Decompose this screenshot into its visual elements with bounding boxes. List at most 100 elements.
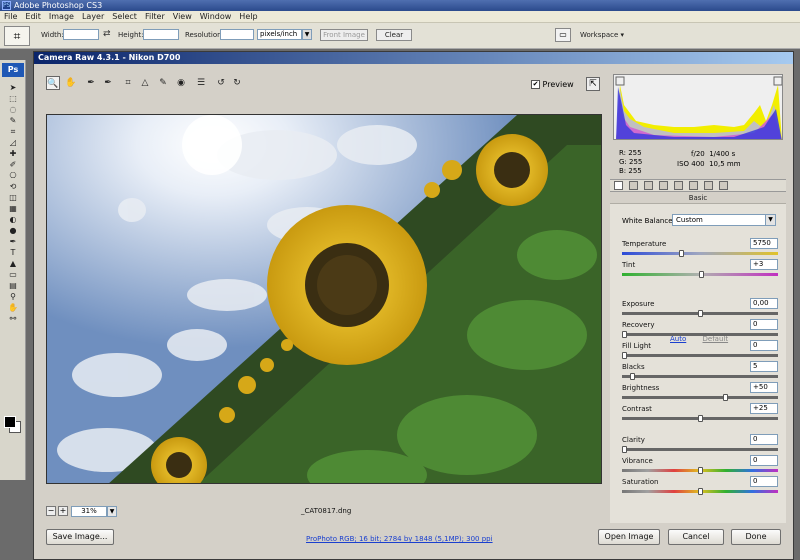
slider-thumb[interactable] <box>622 446 627 453</box>
slider-value-field[interactable]: +25 <box>750 403 778 414</box>
slider-thumb[interactable] <box>698 415 703 422</box>
menu-help[interactable]: Help <box>235 11 261 23</box>
detail-tab-icon[interactable] <box>644 181 653 190</box>
lasso-tool-icon[interactable]: ◌ <box>2 104 24 115</box>
quick-selection-tool-icon[interactable]: ✎ <box>2 115 24 126</box>
slider-thumb[interactable] <box>622 352 627 359</box>
marquee-tool-icon[interactable]: ⬚ <box>2 93 24 104</box>
shape-tool-icon[interactable]: ▭ <box>2 269 24 280</box>
slider-track[interactable] <box>622 252 778 255</box>
healing-brush-tool-icon[interactable]: ✚ <box>2 148 24 159</box>
crop-tool-icon[interactable]: ⌗ <box>121 76 135 90</box>
red-eye-removal-tool-icon[interactable]: ◉ <box>174 76 188 90</box>
resolution-unit-select[interactable]: pixels/inch <box>257 29 302 40</box>
type-tool-icon[interactable]: T <box>2 247 24 258</box>
swap-icon[interactable]: ⇄ <box>103 29 111 39</box>
resolution-field[interactable] <box>220 29 254 40</box>
eraser-tool-icon[interactable]: ◫ <box>2 192 24 203</box>
menu-window[interactable]: Window <box>196 11 236 23</box>
menu-layer[interactable]: Layer <box>78 11 108 23</box>
slider-track[interactable] <box>622 396 778 399</box>
slider-value-field[interactable]: 0 <box>750 434 778 445</box>
menu-filter[interactable]: Filter <box>141 11 169 23</box>
workspace-menu[interactable]: Workspace ▾ <box>580 31 624 39</box>
preferences-icon[interactable]: ☰ <box>194 76 208 90</box>
straighten-tool-icon[interactable]: △ <box>138 76 152 90</box>
slider-track[interactable] <box>622 333 778 336</box>
slider-value-field[interactable]: 0 <box>750 340 778 351</box>
zoom-tool-icon[interactable]: ⚯ <box>2 313 24 324</box>
slider-thumb[interactable] <box>630 373 635 380</box>
slider-value-field[interactable]: +3 <box>750 259 778 270</box>
camera-calibration-tab-icon[interactable] <box>704 181 713 190</box>
front-image-button[interactable]: Front Image <box>320 29 368 41</box>
blur-tool-icon[interactable]: ◐ <box>2 214 24 225</box>
slider-value-field[interactable]: 0 <box>750 319 778 330</box>
brush-tool-icon[interactable]: ✐ <box>2 159 24 170</box>
crop-icon[interactable]: ⌗ <box>4 26 30 46</box>
slider-thumb[interactable] <box>622 331 627 338</box>
menu-select[interactable]: Select <box>108 11 141 23</box>
menu-file[interactable]: File <box>0 11 21 23</box>
workspace-icon[interactable]: ▭ <box>555 28 571 42</box>
slider-track[interactable] <box>622 448 778 451</box>
chevron-down-icon[interactable]: ▼ <box>302 29 312 40</box>
basic-tab-icon[interactable] <box>614 181 623 190</box>
slider-thumb[interactable] <box>698 310 703 317</box>
checkbox-checked-icon[interactable]: ✔ <box>531 80 540 89</box>
slider-track[interactable] <box>622 375 778 378</box>
menu-edit[interactable]: Edit <box>21 11 45 23</box>
gradient-tool-icon[interactable]: ▦ <box>2 203 24 214</box>
hsl-tab-icon[interactable] <box>659 181 668 190</box>
workflow-options-link[interactable]: ProPhoto RGB; 16 bit; 2784 by 1848 (5,1M… <box>306 535 493 543</box>
history-brush-tool-icon[interactable]: ⟲ <box>2 181 24 192</box>
save-image-button[interactable]: Save Image... <box>46 529 114 545</box>
notes-tool-icon[interactable]: ▤ <box>2 280 24 291</box>
rotate-right-icon[interactable]: ↻ <box>230 76 244 90</box>
slider-value-field[interactable]: 0 <box>750 476 778 487</box>
split-toning-tab-icon[interactable] <box>674 181 683 190</box>
dodge-tool-icon[interactable]: ● <box>2 225 24 236</box>
chevron-down-icon[interactable]: ▼ <box>107 506 117 517</box>
crop-tool-icon[interactable]: ⌗ <box>2 126 24 137</box>
slider-thumb[interactable] <box>698 467 703 474</box>
lens-corrections-tab-icon[interactable] <box>689 181 698 190</box>
slider-value-field[interactable]: 5 <box>750 361 778 372</box>
slider-thumb[interactable] <box>723 394 728 401</box>
white-balance-select[interactable]: Custom ▼ <box>672 214 776 226</box>
menu-image[interactable]: Image <box>45 11 78 23</box>
hand-tool-icon[interactable]: ✋ <box>2 302 24 313</box>
pen-tool-icon[interactable]: ✒ <box>2 236 24 247</box>
height-field[interactable] <box>143 29 179 40</box>
slice-tool-icon[interactable]: ◿ <box>2 137 24 148</box>
foreground-color-swatch[interactable] <box>4 416 16 428</box>
white-balance-tool-icon[interactable]: ✒ <box>84 76 98 90</box>
color-sampler-tool-icon[interactable]: ✒ <box>101 76 115 90</box>
slider-value-field[interactable]: 0 <box>750 455 778 466</box>
eyedropper-tool-icon[interactable]: ⚲ <box>2 291 24 302</box>
fullscreen-icon[interactable]: ⇱ <box>586 77 600 91</box>
hand-tool-icon[interactable]: ✋ <box>64 76 78 90</box>
tone-curve-tab-icon[interactable] <box>629 181 638 190</box>
zoom-tool-icon[interactable]: 🔍 <box>46 76 60 90</box>
open-image-button[interactable]: Open Image <box>598 529 660 545</box>
clone-stamp-tool-icon[interactable]: ⎔ <box>2 170 24 181</box>
zoom-out-icon[interactable]: − <box>46 506 56 516</box>
slider-value-field[interactable]: +50 <box>750 382 778 393</box>
move-tool-icon[interactable]: ➤ <box>2 82 24 93</box>
slider-value-field[interactable]: 5750 <box>750 238 778 249</box>
slider-thumb[interactable] <box>698 488 703 495</box>
cancel-button[interactable]: Cancel <box>668 529 724 545</box>
slider-thumb[interactable] <box>679 250 684 257</box>
path-selection-tool-icon[interactable]: ▲ <box>2 258 24 269</box>
slider-track[interactable] <box>622 354 778 357</box>
zoom-level-field[interactable]: 31% <box>71 506 107 517</box>
done-button[interactable]: Done <box>731 529 781 545</box>
spot-removal-tool-icon[interactable]: ✎ <box>156 76 170 90</box>
clear-button[interactable]: Clear <box>376 29 412 41</box>
width-field[interactable] <box>63 29 99 40</box>
image-preview[interactable] <box>46 114 602 484</box>
slider-thumb[interactable] <box>699 271 704 278</box>
preview-checkbox[interactable]: ✔ Preview <box>531 80 574 89</box>
slider-value-field[interactable]: 0,00 <box>750 298 778 309</box>
